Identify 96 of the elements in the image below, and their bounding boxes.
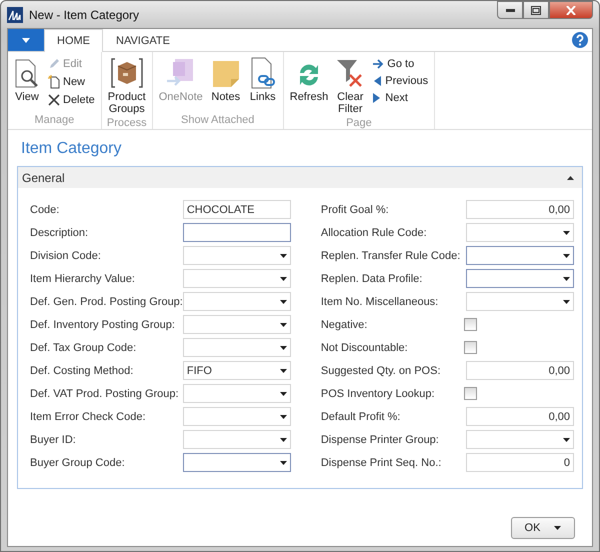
ribbon-button[interactable]: Links xyxy=(246,55,279,114)
page-title: Item Category xyxy=(21,140,122,158)
group-label: Process xyxy=(106,117,148,131)
window-title: New - Item Category xyxy=(29,8,140,22)
collapse-icon xyxy=(567,176,574,180)
minimize-icon xyxy=(506,8,514,12)
caret-icon xyxy=(280,300,287,304)
field-label: Allocation Rule Code: xyxy=(320,226,428,238)
field-label: Division Code: xyxy=(30,250,102,262)
field-label: Suggested Qty. on POS: xyxy=(320,364,442,376)
group-label: Page xyxy=(345,117,373,131)
caret-icon xyxy=(280,460,287,464)
caret-icon xyxy=(563,230,570,234)
caret-icon xyxy=(280,392,287,396)
caret-icon xyxy=(280,414,287,418)
field-label: Buyer Group Code: xyxy=(30,456,126,468)
caret-icon xyxy=(554,526,562,530)
dropdown-field[interactable]: FIFO xyxy=(182,361,291,380)
field-label: Item No. Miscellaneous: xyxy=(320,296,440,308)
caret-icon xyxy=(280,346,287,350)
restore-button[interactable] xyxy=(523,1,549,19)
field-label: Not Discountable: xyxy=(320,342,409,354)
app-logo-icon xyxy=(7,6,23,22)
caret-icon xyxy=(280,438,287,442)
arrow-icon xyxy=(372,59,384,69)
ribbon-button[interactable]: Refresh xyxy=(288,55,330,117)
field-label: Def. Gen. Prod. Posting Group: xyxy=(30,296,183,308)
pencil-icon xyxy=(48,58,60,70)
field-label: Buyer ID: xyxy=(30,434,77,446)
ribbon-button[interactable]: Delete xyxy=(46,93,97,107)
field-label: Item Error Check Code: xyxy=(30,410,147,422)
restore-icon xyxy=(531,6,541,14)
dropdown-field[interactable] xyxy=(466,246,574,265)
app-menu-button[interactable] xyxy=(8,29,44,51)
number-field[interactable]: 0,00 xyxy=(466,407,574,426)
field-label: Dispense Printer Group: xyxy=(320,434,440,446)
caret-icon xyxy=(563,300,570,304)
field-label: POS Inventory Lookup: xyxy=(320,388,436,400)
dropdown-field[interactable] xyxy=(182,453,291,472)
field-label: Def. Costing Method: xyxy=(30,364,134,376)
ribbon-button[interactable]: Go to xyxy=(370,57,430,71)
magnifier-page-icon xyxy=(14,59,40,89)
caret-icon xyxy=(280,254,287,258)
field-label: Description: xyxy=(30,226,90,238)
number-field[interactable]: 0,00 xyxy=(466,361,574,380)
field-label: Code: xyxy=(30,204,60,216)
field-label: Profit Goal %: xyxy=(320,204,390,216)
ribbon-button[interactable]: New xyxy=(46,74,97,90)
ribbon-button[interactable]: Previous xyxy=(370,74,430,88)
funnel-cross-icon xyxy=(336,59,364,89)
field-label: Def. Tax Group Code: xyxy=(30,342,138,354)
field-label: Item Hierarchy Value: xyxy=(30,272,136,284)
number-field[interactable]: 0 xyxy=(466,453,574,472)
checkbox[interactable] xyxy=(464,387,477,400)
help-icon[interactable] xyxy=(572,32,588,48)
right-triangle-icon xyxy=(372,92,382,104)
caret-icon xyxy=(280,368,287,372)
box-icon xyxy=(110,57,143,89)
field-label: Dispense Print Seq. No.: xyxy=(320,456,442,468)
link-page-icon xyxy=(248,57,277,89)
dropdown-field[interactable] xyxy=(466,269,574,288)
ribbon-button[interactable]: Notes xyxy=(208,55,243,114)
checkbox[interactable] xyxy=(464,318,477,331)
caret-icon xyxy=(280,322,287,326)
ok-button[interactable]: OK xyxy=(511,517,575,539)
new-page-icon xyxy=(48,75,60,89)
ribbon-button[interactable]: View xyxy=(12,55,42,114)
close-icon xyxy=(566,6,576,14)
text-field[interactable] xyxy=(182,223,291,242)
ribbon-button[interactable]: Product Groups xyxy=(106,55,148,117)
caret-icon xyxy=(563,276,570,280)
caret-icon xyxy=(22,38,30,42)
field-label: Replen. Data Profile: xyxy=(320,272,424,284)
ribbon-button[interactable]: Clear Filter xyxy=(334,55,366,117)
ribbon-tab[interactable]: NAVIGATE xyxy=(103,29,183,52)
minimize-button[interactable] xyxy=(497,1,523,19)
ribbon-button[interactable]: Next xyxy=(370,91,430,105)
ribbon-tab[interactable]: HOME xyxy=(44,29,103,52)
close-icon xyxy=(48,94,60,106)
text-field[interactable]: CHOCOLATE xyxy=(182,200,291,219)
fast-tab-header[interactable]: General xyxy=(18,167,582,188)
number-field[interactable]: 0,00 xyxy=(466,200,574,219)
left-triangle-icon xyxy=(372,75,382,87)
sticky-note-icon xyxy=(210,59,241,89)
caret-icon xyxy=(563,438,570,442)
caret-icon xyxy=(280,276,287,280)
field-label: Def. Inventory Posting Group: xyxy=(30,318,176,330)
checkbox[interactable] xyxy=(464,341,477,354)
group-label: Manage xyxy=(34,114,76,128)
group-label: Show Attached xyxy=(180,114,256,128)
field-label: Negative: xyxy=(320,318,368,330)
field-label: Def. VAT Prod. Posting Group: xyxy=(30,388,180,400)
field-label: Default Profit %: xyxy=(320,410,402,422)
field-label: Replen. Transfer Rule Code: xyxy=(320,250,462,262)
close-button[interactable] xyxy=(549,1,593,19)
caret-icon xyxy=(563,254,570,258)
